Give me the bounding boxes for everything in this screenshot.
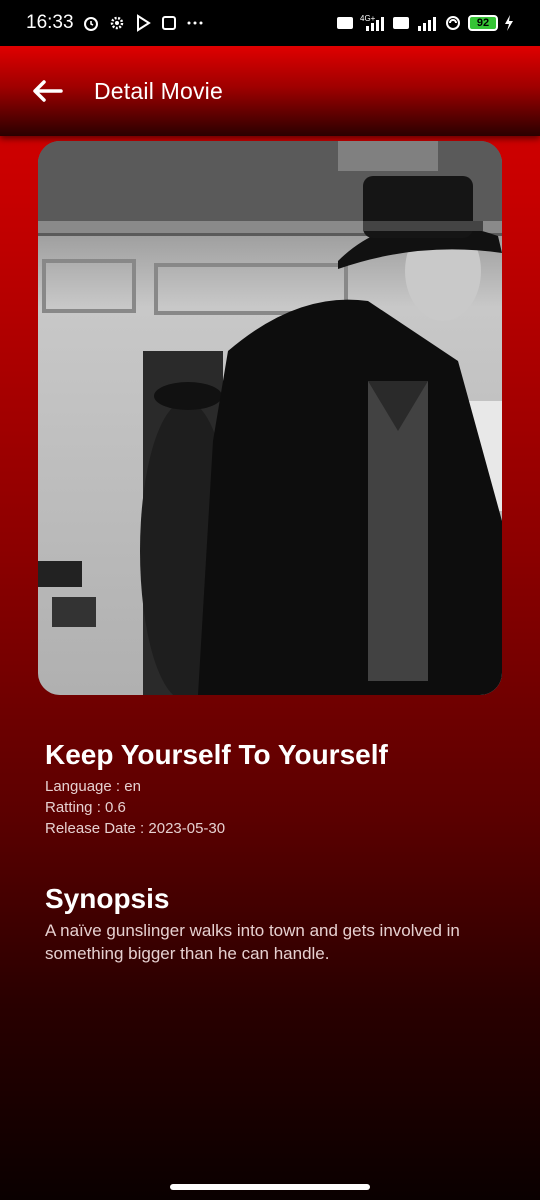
play-store-icon xyxy=(136,14,151,32)
network-type-label: 4G+ xyxy=(360,14,376,23)
gallery-icon xyxy=(161,16,176,30)
app-bar: Detail Movie xyxy=(0,46,540,136)
status-time: 16:33 xyxy=(26,12,74,33)
alarm-icon xyxy=(83,17,98,31)
arrow-left-icon xyxy=(33,80,63,102)
synopsis-heading: Synopsis xyxy=(45,883,170,914)
status-right: 4G+ 92 xyxy=(336,14,514,32)
movie-title: Keep Yourself To Yourself xyxy=(45,739,388,770)
poster-image xyxy=(38,141,502,695)
page-title: Detail Movie xyxy=(94,77,223,104)
volte-2-icon xyxy=(393,17,409,29)
movie-info: Keep Yourself To Yourself Language : en … xyxy=(45,736,515,839)
signal-strength-icon: 4G+ xyxy=(360,14,384,31)
hotspot-icon xyxy=(446,16,460,30)
movie-meta: Language : en Ratting : 0.6 Release Date… xyxy=(45,776,515,839)
charging-icon xyxy=(505,15,513,31)
back-button[interactable] xyxy=(30,74,64,108)
synopsis-section: Synopsis A naïve gunslinger walks into t… xyxy=(45,880,515,965)
release-date-text: Release Date : 2023-05-30 xyxy=(45,820,226,837)
status-bar: 16:33 4G+ 92 xyxy=(0,0,540,46)
volte-icon xyxy=(337,17,353,29)
settings-icon xyxy=(110,16,123,30)
status-left: 16:33 xyxy=(26,12,204,34)
signal-strength-2-icon xyxy=(418,17,436,31)
battery-indicator: 92 xyxy=(468,15,498,31)
more-notifications-icon xyxy=(187,21,203,25)
rating-text: Ratting : 0.6 xyxy=(45,799,126,816)
synopsis-text: A naïve gunslinger walks into town and g… xyxy=(45,921,460,963)
movie-poster xyxy=(38,141,502,695)
language-text: Language : en xyxy=(45,778,141,795)
home-indicator[interactable] xyxy=(170,1184,370,1190)
